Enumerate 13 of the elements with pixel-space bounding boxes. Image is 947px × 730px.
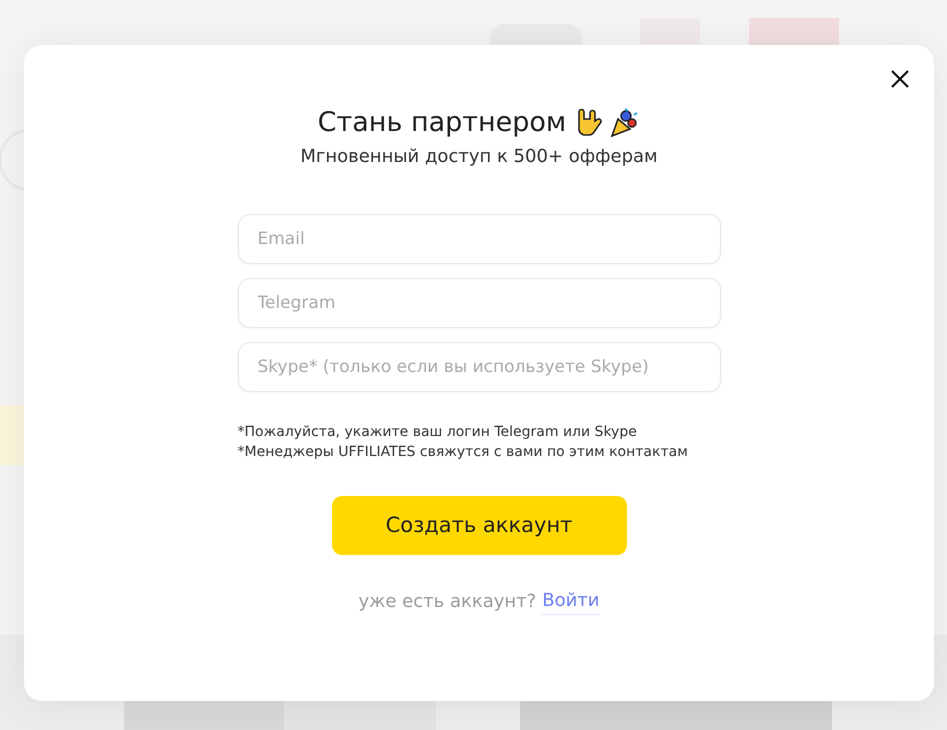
input-field[interactable]: Telegram [238, 278, 720, 328]
login-prompt: уже есть аккаунт? [358, 590, 536, 614]
input-field[interactable]: Skype* (только если вы используете Skype) [238, 342, 720, 392]
close-button[interactable] [890, 69, 910, 89]
input-field[interactable]: Email [238, 214, 720, 264]
modal-title: Стань партнером [318, 106, 566, 140]
party-popper-icon [608, 107, 640, 139]
login-link[interactable]: Войти [542, 587, 600, 615]
create-account-button[interactable]: Создать аккаунт [332, 496, 626, 555]
modal-subtitle: Мгновенный доступ к 500+ офферам [300, 145, 658, 169]
note-text: *Пожалуйста, укажите ваш логин Telegram или Skype [238, 423, 638, 442]
close-icon [890, 69, 910, 89]
note-text: *Менеджеры UFFILIATES свяжутся с вами по этим контактам [238, 443, 689, 462]
